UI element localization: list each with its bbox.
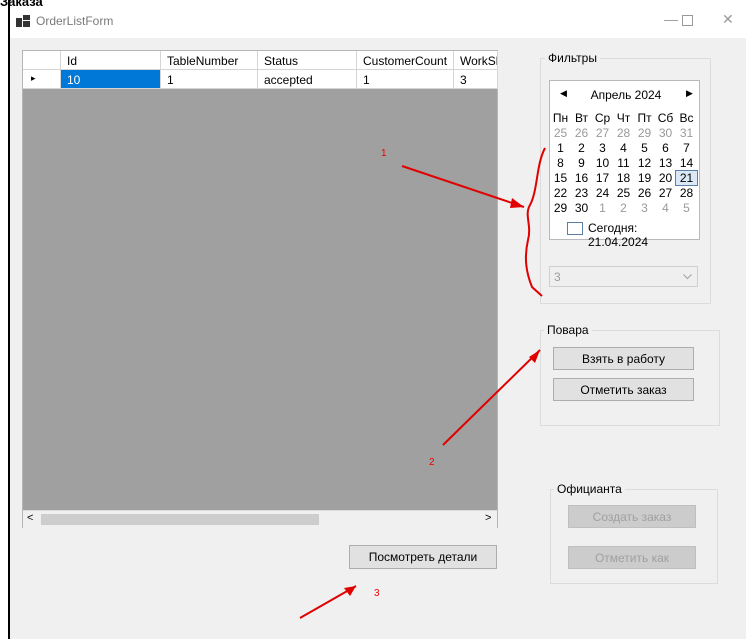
annotation-label-1: 1 — [381, 148, 387, 159]
annotation-overlay — [299, 147, 546, 619]
annotation-label-2: 2 — [429, 457, 435, 468]
arrowhead-1 — [510, 198, 524, 208]
arrowhead-2 — [529, 350, 540, 363]
annotation-arrow-1 — [401, 165, 525, 208]
annotation-label-3: 3 — [374, 588, 380, 599]
annotation-brace — [524, 147, 546, 297]
annotation-arrow-2 — [442, 349, 541, 446]
